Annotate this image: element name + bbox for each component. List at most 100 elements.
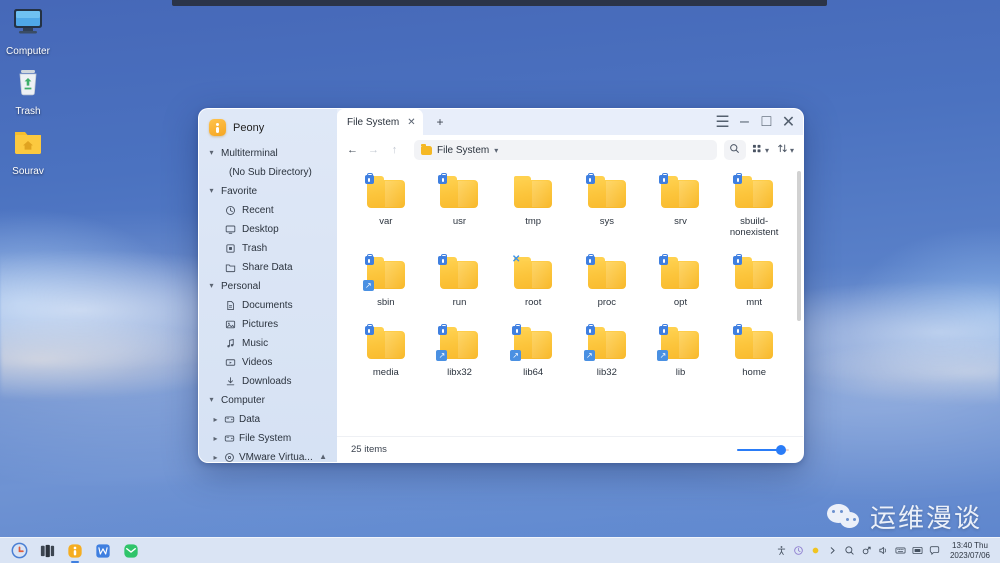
network-icon[interactable] (859, 542, 875, 560)
sort-button[interactable]: ▾ (774, 140, 797, 160)
minimize-button[interactable]: – (734, 112, 755, 132)
sidebar-group-computer[interactable]: ▾ Computer (199, 391, 337, 410)
sidebar-item-data[interactable]: ▸ Data (199, 410, 337, 429)
search-icon[interactable] (842, 542, 858, 560)
menu-button[interactable]: ☰ (712, 112, 733, 132)
close-tab-icon[interactable]: ✕ (407, 117, 415, 128)
sidebar-item-recent[interactable]: Recent (199, 201, 337, 220)
volume-icon[interactable] (876, 542, 892, 560)
start-menu-icon[interactable] (6, 540, 32, 562)
file-item[interactable]: usr (423, 171, 497, 238)
vertical-scrollbar[interactable] (797, 171, 801, 407)
desktop-icon-trash[interactable]: Trash (0, 66, 60, 117)
tray-expand-icon[interactable] (825, 542, 841, 560)
sidebar-group-favorite[interactable]: ▾ Favorite (199, 182, 337, 201)
file-item[interactable]: run (423, 252, 497, 308)
file-item[interactable]: ↗libx32 (423, 322, 497, 378)
sidebar-group-multiterminal[interactable]: ▾ Multiterminal (199, 144, 337, 163)
folder-highlight (753, 262, 771, 288)
wps-office-icon[interactable] (90, 540, 116, 562)
sidebar-item-file-system[interactable]: ▸ File System (199, 429, 337, 448)
chevron-right-icon[interactable]: ▸ (211, 415, 220, 424)
forward-button[interactable]: → (364, 141, 383, 160)
task-view-icon[interactable] (34, 540, 60, 562)
file-item[interactable]: ↗lib (644, 322, 718, 378)
slider-handle[interactable] (776, 445, 786, 455)
file-item[interactable]: var (349, 171, 423, 238)
sidebar-item-share-data[interactable]: Share Data (199, 258, 337, 277)
view-mode-button[interactable]: ▾ (748, 140, 772, 160)
file-item[interactable]: proc (570, 252, 644, 308)
sidebar[interactable]: Peony ▾ Multiterminal (No Sub Directory)… (199, 109, 337, 462)
file-item[interactable]: sys (570, 171, 644, 238)
sidebar-item-music[interactable]: Music (199, 334, 337, 353)
sidebar-item-videos[interactable]: Videos (199, 353, 337, 372)
file-item[interactable]: media (349, 322, 423, 378)
file-item[interactable]: ↗lib32 (570, 322, 644, 378)
sidebar-item-vmware-virtual[interactable]: ▸ VMware Virtua... ▲ (199, 448, 337, 463)
tab-file-system[interactable]: File System ✕ (337, 109, 423, 135)
search-button[interactable] (724, 140, 746, 160)
chevron-right-icon[interactable]: ▸ (211, 453, 220, 462)
folder-icon (731, 326, 777, 362)
file-name-label: opt (644, 297, 718, 308)
display-icon[interactable] (910, 542, 926, 560)
chevron-down-icon[interactable]: ▾ (494, 146, 498, 155)
maximize-button[interactable]: □ (756, 112, 777, 132)
breadcrumb-current[interactable]: File System (437, 145, 489, 156)
file-item[interactable]: ↗lib64 (496, 322, 570, 378)
folder-highlight (532, 181, 550, 207)
sidebar-item-pictures[interactable]: Pictures (199, 315, 337, 334)
keyboard-icon[interactable] (893, 542, 909, 560)
file-item[interactable]: ✕root (496, 252, 570, 308)
close-button[interactable]: ✕ (778, 112, 799, 132)
main-pane: File System ✕ + ☰ – □ ✕ ← → ↑ File Syste… (337, 109, 803, 462)
back-button[interactable]: ← (343, 141, 362, 160)
trash-icon (0, 66, 60, 104)
file-item[interactable]: srv (644, 171, 718, 238)
mail-icon[interactable] (118, 540, 144, 562)
desktop-icon-label: Sourav (0, 166, 60, 177)
file-item[interactable]: home (717, 322, 791, 378)
file-manager-window[interactable]: Peony ▾ Multiterminal (No Sub Directory)… (198, 108, 804, 463)
folder-icon (225, 262, 236, 273)
tab-label: File System (347, 117, 399, 128)
taskbar[interactable]: 13:40 Thu 2023/07/06 (0, 537, 1000, 563)
icon-size-slider[interactable] (737, 443, 789, 457)
notification-dot-icon[interactable] (808, 542, 824, 560)
file-item[interactable]: tmp (496, 171, 570, 238)
sidebar-group-personal[interactable]: ▾ Personal (199, 277, 337, 296)
file-item[interactable]: sbuild-nonexistent (717, 171, 791, 238)
sidebar-item-label: (No Sub Directory) (229, 167, 312, 178)
peony-file-manager-icon[interactable] (62, 540, 88, 562)
sidebar-item-documents[interactable]: Documents (199, 296, 337, 315)
sidebar-item-downloads[interactable]: Downloads (199, 372, 337, 391)
video-icon (225, 357, 236, 368)
sidebar-group-label: Multiterminal (221, 148, 278, 159)
scrollbar-thumb[interactable] (797, 171, 801, 321)
chevron-right-icon[interactable]: ▸ (211, 434, 220, 443)
file-item[interactable]: mnt (717, 252, 791, 308)
path-bar[interactable]: File System ▾ (414, 140, 717, 160)
new-tab-button[interactable]: + (429, 111, 451, 133)
update-icon[interactable] (791, 542, 807, 560)
sidebar-item-trash[interactable]: Trash (199, 239, 337, 258)
file-item[interactable]: ↗sbin (349, 252, 423, 308)
symlink-emblem-icon: ↗ (510, 350, 521, 361)
accessibility-icon[interactable] (774, 542, 790, 560)
eject-icon[interactable]: ▲ (319, 452, 327, 461)
file-list-pane[interactable]: varusrtmpsyssrvsbuild-nonexistent↗sbinru… (337, 165, 803, 436)
desktop-icon-sourav[interactable]: Sourav (0, 126, 60, 177)
sidebar-item-desktop[interactable]: Desktop (199, 220, 337, 239)
file-name-label: sbin (349, 297, 423, 308)
desktop-icon-computer[interactable]: Computer (0, 6, 60, 57)
taskbar-clock[interactable]: 13:40 Thu 2023/07/06 (950, 541, 990, 560)
sidebar-item-no-sub-directory[interactable]: (No Sub Directory) (199, 163, 337, 182)
message-icon[interactable] (927, 542, 943, 560)
folder-icon (657, 175, 703, 211)
image-icon (225, 319, 236, 330)
file-item[interactable]: opt (644, 252, 718, 308)
symlink-emblem-icon: ↗ (436, 350, 447, 361)
file-name-label: root (496, 297, 570, 308)
up-button[interactable]: ↑ (385, 141, 404, 160)
